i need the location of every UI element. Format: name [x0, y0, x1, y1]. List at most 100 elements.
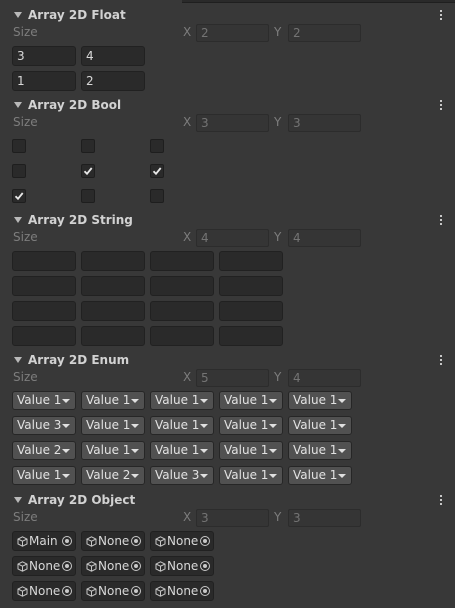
foldout-string[interactable]: Array 2D String	[14, 211, 133, 229]
object-picker-icon[interactable]	[62, 561, 72, 571]
enum-cell-dropdown[interactable]: Value 2	[81, 466, 145, 485]
enum-cell-dropdown[interactable]: Value 1	[288, 441, 352, 460]
enum-cell-dropdown[interactable]: Value 1	[81, 416, 145, 435]
enum-cell-dropdown[interactable]: Value 1	[150, 391, 214, 410]
enum-cell-value: Value 1	[155, 443, 200, 457]
object-cell-field[interactable]: None	[150, 581, 214, 601]
object-cell-field[interactable]: None	[12, 556, 76, 576]
float-cell-field[interactable]: 3	[12, 46, 76, 66]
enum-cell-dropdown[interactable]: Value 1	[288, 466, 352, 485]
size-x-field[interactable]: 4	[196, 229, 269, 247]
string-cell-field[interactable]	[150, 276, 214, 296]
foldout-triangle-icon[interactable]	[14, 497, 22, 503]
bool-cell-checkbox[interactable]	[12, 164, 26, 178]
object-picker-icon[interactable]	[200, 536, 210, 546]
y-label: Y	[274, 25, 282, 39]
object-picker-icon[interactable]	[131, 536, 141, 546]
foldout-triangle-icon[interactable]	[14, 102, 22, 108]
kebab-menu-icon[interactable]	[438, 354, 444, 368]
object-picker-icon[interactable]	[131, 561, 141, 571]
bool-cell-checkbox[interactable]	[150, 139, 164, 153]
kebab-menu-icon[interactable]	[438, 9, 444, 23]
enum-cell-dropdown[interactable]: Value 3	[150, 466, 214, 485]
size-x-field[interactable]: 3	[196, 509, 269, 527]
object-cell-value: None	[98, 584, 130, 598]
kebab-menu-icon[interactable]	[438, 494, 444, 508]
bool-cell-checkbox[interactable]	[12, 139, 26, 153]
object-picker-icon[interactable]	[131, 586, 141, 596]
kebab-menu-icon[interactable]	[438, 214, 444, 228]
bool-cell-checkbox[interactable]	[81, 164, 95, 178]
string-cell-field[interactable]	[12, 276, 76, 296]
size-y-field[interactable]: 4	[288, 229, 361, 247]
bool-cell-checkbox[interactable]	[150, 164, 164, 178]
enum-cell-dropdown[interactable]: Value 1	[288, 416, 352, 435]
float-cell-field[interactable]: 1	[12, 71, 76, 91]
string-cell-field[interactable]	[219, 251, 283, 271]
kebab-menu-icon[interactable]	[438, 99, 444, 113]
object-picker-icon[interactable]	[200, 561, 210, 571]
foldout-triangle-icon[interactable]	[14, 357, 22, 363]
string-cell-field[interactable]	[12, 251, 76, 271]
string-cell-field[interactable]	[81, 251, 145, 271]
enum-cell-dropdown[interactable]: Value 3	[12, 416, 76, 435]
enum-cell-dropdown[interactable]: Value 1	[219, 416, 283, 435]
string-cell-field[interactable]	[150, 301, 214, 321]
foldout-triangle-icon[interactable]	[14, 12, 22, 18]
enum-cell-dropdown[interactable]: Value 1	[288, 391, 352, 410]
enum-cell-value: Value 1	[17, 468, 62, 482]
object-cell-field[interactable]: None	[12, 581, 76, 601]
object-cell-field[interactable]: None	[81, 581, 145, 601]
object-picker-icon[interactable]	[62, 586, 72, 596]
size-y-field[interactable]: 4	[288, 369, 361, 387]
enum-cell-dropdown[interactable]: Value 1	[150, 416, 214, 435]
object-cell-field[interactable]: None	[150, 556, 214, 576]
string-cell-field[interactable]	[219, 326, 283, 346]
object-cell-field[interactable]: Main	[12, 531, 76, 551]
size-y-field[interactable]: 2	[288, 24, 361, 42]
enum-cell-dropdown[interactable]: Value 1	[219, 466, 283, 485]
object-picker-icon[interactable]	[200, 586, 210, 596]
string-cell-field[interactable]	[81, 301, 145, 321]
size-label: Size	[13, 370, 38, 384]
enum-cell-dropdown[interactable]: Value 1	[219, 441, 283, 460]
foldout-bool[interactable]: Array 2D Bool	[14, 96, 121, 114]
string-cell-field[interactable]	[81, 276, 145, 296]
float-cell-field[interactable]: 4	[81, 46, 145, 66]
x-label: X	[183, 510, 192, 524]
enum-cell-dropdown[interactable]: Value 1	[12, 466, 76, 485]
size-x-field[interactable]: 3	[196, 114, 269, 132]
enum-cell-dropdown[interactable]: Value 1	[150, 441, 214, 460]
size-x-field[interactable]: 5	[196, 369, 269, 387]
foldout-object[interactable]: Array 2D Object	[14, 491, 135, 509]
string-cell-field[interactable]	[12, 301, 76, 321]
bool-cell-checkbox[interactable]	[81, 189, 95, 203]
string-cell-field[interactable]	[150, 326, 214, 346]
bool-cell-checkbox[interactable]	[12, 189, 26, 203]
object-picker-icon[interactable]	[62, 536, 72, 546]
enum-cell-dropdown[interactable]: Value 1	[81, 441, 145, 460]
enum-cell-dropdown[interactable]: Value 1	[12, 391, 76, 410]
float-cell-field[interactable]: 2	[81, 71, 145, 91]
string-cell-field[interactable]	[150, 251, 214, 271]
bool-cell-checkbox[interactable]	[150, 189, 164, 203]
size-x-field[interactable]: 2	[196, 24, 269, 42]
size-y-field[interactable]: 3	[288, 509, 361, 527]
string-cell-field[interactable]	[12, 326, 76, 346]
foldout-float[interactable]: Array 2D Float	[14, 6, 126, 24]
enum-cell-dropdown[interactable]: Value 2	[12, 441, 76, 460]
foldout-enum[interactable]: Array 2D Enum	[14, 351, 129, 369]
object-cell-field[interactable]: None	[150, 531, 214, 551]
bool-cell-checkbox[interactable]	[81, 139, 95, 153]
foldout-triangle-icon[interactable]	[14, 217, 22, 223]
size-y-field[interactable]: 3	[288, 114, 361, 132]
enum-cell-value: Value 1	[224, 468, 269, 482]
string-cell-field[interactable]	[81, 326, 145, 346]
enum-cell-dropdown[interactable]: Value 1	[81, 391, 145, 410]
enum-cell-dropdown[interactable]: Value 1	[219, 391, 283, 410]
section-title-enum: Array 2D Enum	[28, 353, 130, 367]
object-cell-field[interactable]: None	[81, 556, 145, 576]
string-cell-field[interactable]	[219, 301, 283, 321]
string-cell-field[interactable]	[219, 276, 283, 296]
object-cell-field[interactable]: None	[81, 531, 145, 551]
